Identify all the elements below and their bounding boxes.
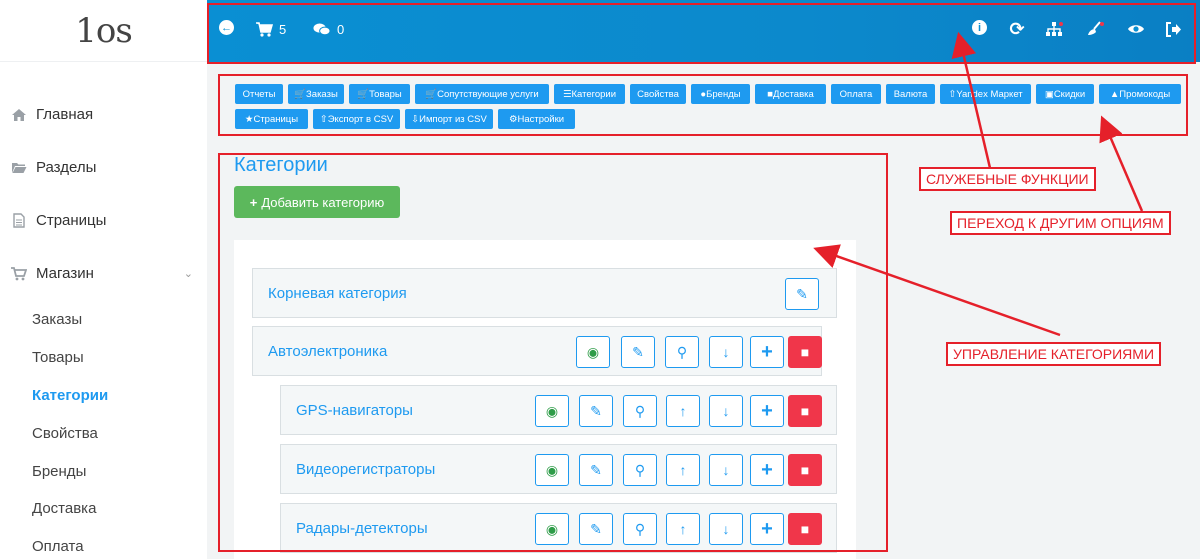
annotation-arrow	[1099, 115, 1144, 212]
annotation-arrow	[813, 244, 1061, 337]
annotation-label-other: ПЕРЕХОД К ДРУГИМ ОПЦИЯМ	[950, 211, 1171, 235]
annotation-arrows	[813, 31, 1144, 337]
annotation-label-manage: УПРАВЛЕНИЕ КАТЕГОРИЯМИ	[946, 342, 1162, 366]
annotation-label-service: СЛУЖЕБНЫЕ ФУНКЦИИ	[919, 167, 1096, 191]
annotation-arrow	[951, 31, 992, 169]
